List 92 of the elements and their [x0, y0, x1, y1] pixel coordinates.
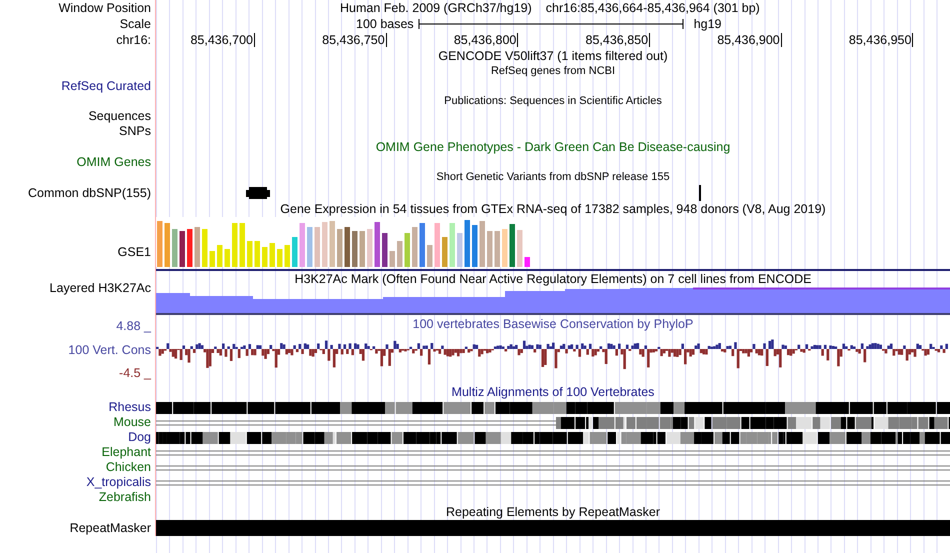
- track-title: OMIM Gene Phenotypes - Dark Green Can Be Disease-causing: [376, 138, 730, 156]
- track-label[interactable]: OMIM Genes: [76, 153, 151, 172]
- expression-bar: [404, 233, 410, 267]
- track-label[interactable]: GSE1: [118, 245, 151, 259]
- expression-bar: [277, 249, 282, 267]
- expression-bar: [240, 223, 245, 267]
- track-label[interactable]: 100 Vert. Cons: [68, 340, 151, 360]
- axis-min-label: -4.5 _: [119, 365, 151, 382]
- expression-bar: [307, 227, 312, 267]
- expression-bar: [480, 221, 485, 267]
- expression-bar: [434, 223, 440, 267]
- track-title: Multiz Alignments of 100 Vertebrates: [452, 384, 654, 402]
- expression-bar: [202, 229, 208, 267]
- expression-bar: [284, 245, 290, 267]
- expression-bar: [322, 222, 328, 267]
- expression-bar: [360, 231, 365, 267]
- expression-bar: [194, 227, 200, 267]
- expression-bar: [517, 230, 522, 267]
- ruler-tick-label: 85,436,850: [586, 32, 648, 49]
- expression-bar: [217, 245, 222, 267]
- track-label[interactable]: Layered H3K27Ac: [50, 278, 151, 298]
- ruler-tick: [780, 33, 782, 47]
- expression-bar: [187, 229, 192, 267]
- expression-bar: [494, 231, 500, 267]
- expression-bar: [292, 237, 298, 267]
- expression-bar: [397, 241, 402, 267]
- ruler-tick-label: 85,436,950: [848, 32, 912, 49]
- scale-bar-icon: [418, 18, 684, 30]
- track-label[interactable]: chr16:: [116, 30, 151, 50]
- ruler-tick-label: 85,436,800: [454, 32, 516, 49]
- ruler-tick: [254, 33, 255, 47]
- track-title: Gene Expression in 54 tissues from GTEx RNA-seq of 17382 samples, 948 donors (V8, Aug 2019): [280, 200, 826, 218]
- expression-bar: [502, 229, 508, 267]
- track-title: H3K27Ac Mark (Often Found Near Active Regulatory Elements) on 7 cell lines from ENCODE: [294, 270, 812, 288]
- ruler-tick: [517, 33, 518, 47]
- expression-bar: [224, 249, 230, 267]
- expression-bar: [270, 243, 275, 267]
- expression-bar: [510, 224, 515, 267]
- scale-text: 100 bases: [356, 16, 414, 33]
- axis-max-label: 4.88 _: [116, 318, 151, 335]
- track-title: Publications: Sequences in Scientific Articles: [444, 94, 662, 110]
- expression-bar: [487, 231, 492, 267]
- variant-tick-icon[interactable]: [699, 185, 701, 201]
- ruler-tick: [649, 33, 650, 47]
- expression-bar: [210, 251, 215, 267]
- expression-bar: [337, 229, 342, 267]
- expression-bar: [367, 229, 372, 267]
- track-title: RefSeq genes from NCBI: [490, 64, 616, 80]
- ruler-tick-label: 85,436,750: [322, 32, 385, 49]
- ruler-tick: [386, 33, 387, 47]
- expression-bar: [524, 257, 530, 267]
- expression-bar: [420, 223, 425, 267]
- track-label[interactable]: Window Position: [58, 0, 151, 18]
- expression-bar: [157, 221, 162, 267]
- expression-bar: [457, 233, 462, 267]
- assembly-text: Human Feb. 2009 (GRCh37/hg19): [340, 0, 532, 17]
- expression-bar: [352, 231, 358, 267]
- ruler-tick-label: 85,436,900: [717, 32, 780, 49]
- track-title: Short Genetic Variants from dbSNP release 155: [436, 170, 670, 186]
- expression-bar: [164, 223, 170, 267]
- position-text: chr16:85,436,664-85,436,964 (301 bp): [546, 0, 760, 17]
- expression-bar: [330, 221, 335, 267]
- expression-bar: [254, 241, 260, 267]
- expression-bar: [172, 229, 178, 267]
- expression-bar: [412, 227, 418, 267]
- track-label[interactable]: RefSeq Curated: [61, 77, 151, 96]
- track-label[interactable]: RepeatMasker: [70, 518, 151, 538]
- repeat-element-bar[interactable]: [156, 520, 950, 536]
- expression-bar: [180, 231, 185, 267]
- expression-bar: [427, 245, 432, 267]
- expression-bar: [247, 241, 252, 267]
- track-label[interactable]: Scale: [120, 14, 151, 34]
- scale-assembly-text: hg19: [694, 16, 722, 33]
- expression-bar: [472, 225, 478, 267]
- track-title: GENCODE V50lift37 (1 items filtered out): [438, 48, 668, 65]
- variant-glyph-icon[interactable]: [246, 186, 270, 200]
- expression-bar: [300, 223, 305, 267]
- expression-bar: [344, 227, 350, 267]
- expression-bar: [314, 227, 320, 267]
- ruler-tick-label: 85,436,700: [190, 32, 253, 49]
- expression-bar: [450, 223, 455, 267]
- expression-bar: [382, 233, 388, 267]
- expression-bar: [374, 222, 380, 267]
- track-label[interactable]: Common dbSNP(155): [28, 184, 151, 202]
- expression-bar: [262, 247, 268, 267]
- expression-bar: [442, 237, 448, 267]
- track-title: 100 vertebrates Basewise Conservation by PhyloP: [412, 316, 694, 333]
- expression-bar: [464, 220, 470, 267]
- ruler-tick: [912, 33, 914, 47]
- expression-bar: [232, 223, 238, 267]
- track-title: Repeating Elements by RepeatMasker: [446, 504, 660, 522]
- expression-bar: [390, 251, 395, 267]
